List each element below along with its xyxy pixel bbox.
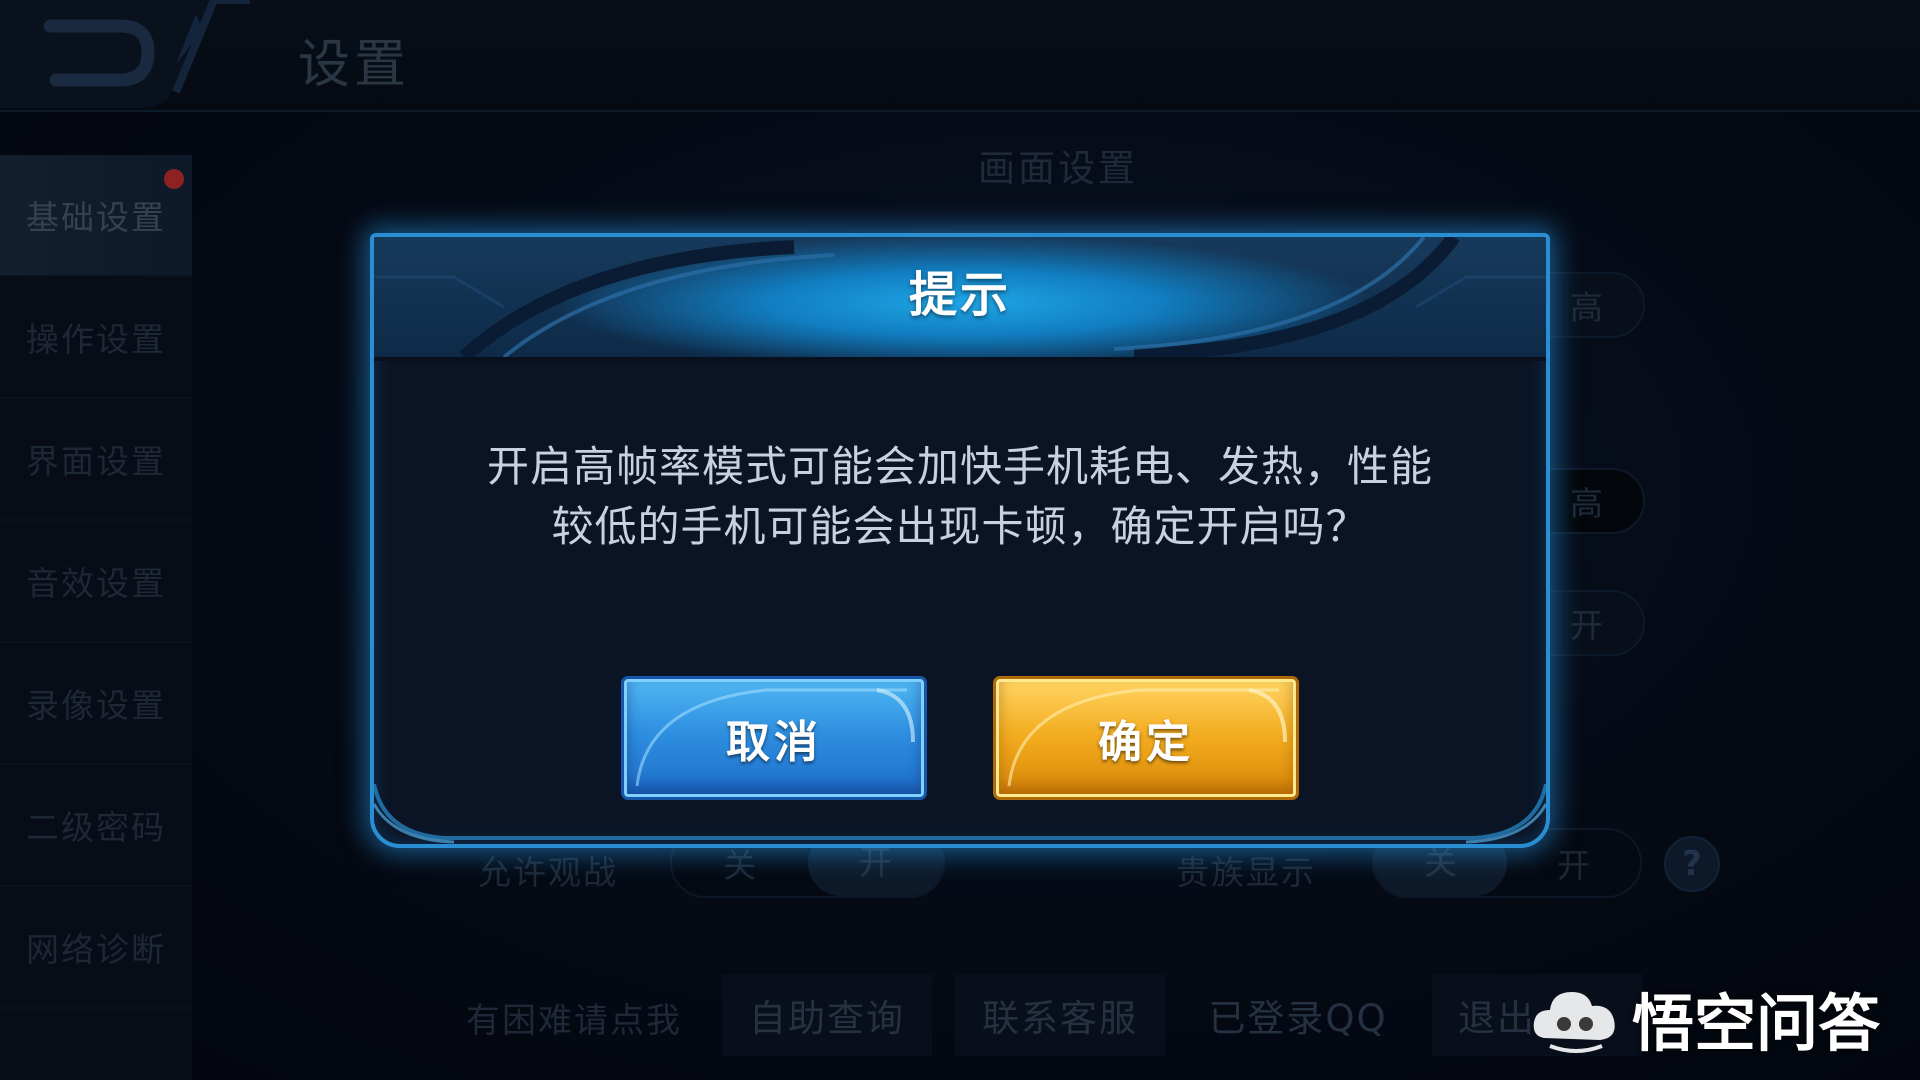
dialog-header: 提示 [374,237,1546,361]
dialog-bottom-decoration [374,784,1546,844]
watermark-text: 悟空问答 [1632,987,1881,1060]
dialog-message: 开启高帧率模式可能会加快手机耗电、发热，性能 较低的手机可能会出现卡顿，确定开启… [434,437,1486,557]
settings-screen: 设置 基础设置 操作设置 界面设置 音效设置 录像设置 二级密码 网络诊断 画面… [0,0,1920,1080]
cancel-button[interactable]: 取消 [624,679,924,797]
confirm-dialog: 提示 开启高帧率模式可能会加快手机耗电、发热，性能 较低的手机可能会出现卡顿，确… [370,233,1550,848]
cloud-logo-icon [1533,992,1615,1053]
watermark: 悟空问答 [1530,968,1880,1068]
confirm-label: 确定 [1098,717,1194,768]
dialog-message-line: 开启高帧率模式可能会加快手机耗电、发热，性能 [486,442,1433,491]
dialog-message-line: 较低的手机可能会出现卡顿，确定开启吗？ [551,502,1369,551]
confirm-button[interactable]: 确定 [996,679,1296,797]
dialog-title: 提示 [908,267,1011,323]
cancel-label: 取消 [726,717,822,768]
